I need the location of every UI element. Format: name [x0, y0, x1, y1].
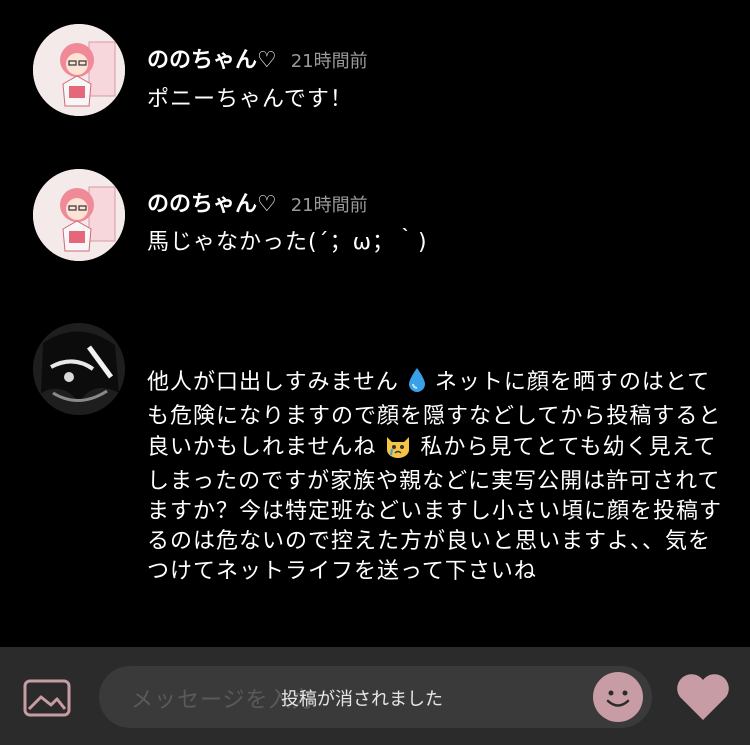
comment-text: 他人が口出しすみません ネットに顔を晒すのはとても危険になりますので顔を隠すなど… [147, 367, 727, 587]
comment-text-part-1: 他人が口出しすみません [147, 370, 399, 395]
timestamp: 21時間前 [290, 195, 368, 216]
smiley-icon[interactable] [593, 672, 643, 722]
username[interactable]: ののちゃん♡ 21時間前 [147, 42, 368, 74]
username-text: ののちゃん♡ [147, 192, 277, 217]
toast-message: 投稿が消されました [281, 689, 443, 710]
comment-text: 馬じゃなかった(´；ω；｀) [147, 230, 428, 255]
message-input[interactable]: メッセージを入力 投稿が消されました [99, 666, 652, 728]
username-text: ののちゃん♡ [147, 48, 277, 73]
water-drop-icon [407, 367, 427, 402]
avatar[interactable] [33, 169, 125, 261]
crying-cat-icon [384, 432, 412, 467]
username[interactable]: ののちゃん♡ 21時間前 [147, 186, 368, 218]
heart-icon[interactable] [674, 672, 732, 722]
comment-text: ポニーちゃんです！ [147, 87, 353, 112]
image-icon[interactable] [23, 679, 71, 717]
avatar[interactable] [33, 24, 125, 116]
avatar[interactable] [33, 323, 125, 415]
timestamp: 21時間前 [290, 51, 368, 72]
